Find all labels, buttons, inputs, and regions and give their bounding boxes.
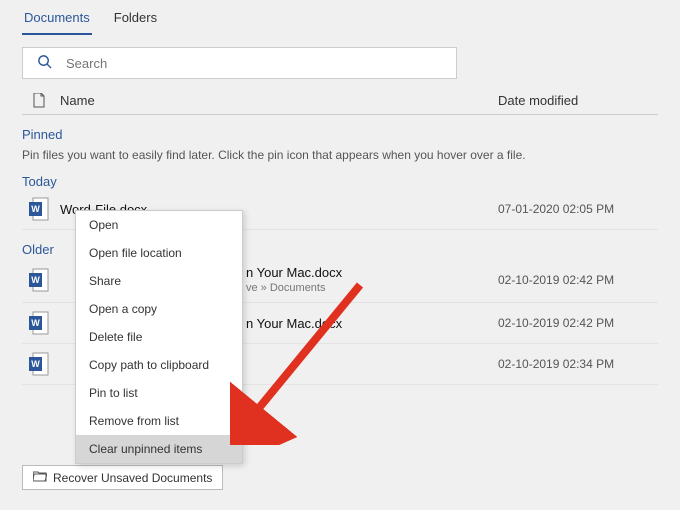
svg-text:W: W	[31, 204, 40, 214]
tab-documents[interactable]: Documents	[22, 6, 92, 35]
context-menu: Open Open file location Share Open a cop…	[75, 210, 243, 464]
file-date: 02-10-2019 02:34 PM	[498, 357, 658, 371]
file-name: n Your Mac.docx	[246, 316, 498, 331]
file-type-icon	[22, 93, 56, 108]
ctx-delete-file[interactable]: Delete file	[76, 323, 242, 351]
section-today-title: Today	[22, 174, 658, 189]
pinned-hint: Pin files you want to easily find later.…	[22, 148, 658, 162]
ctx-pin-to-list[interactable]: Pin to list	[76, 379, 242, 407]
search-icon	[37, 54, 52, 72]
svg-text:W: W	[31, 318, 40, 328]
column-date[interactable]: Date modified	[498, 93, 658, 108]
search-input[interactable]	[66, 56, 442, 71]
tab-bar: Documents Folders	[22, 0, 658, 35]
file-date: 07-01-2020 02:05 PM	[498, 202, 658, 216]
word-icon: W	[22, 352, 56, 376]
file-path: ve » Documents	[246, 282, 498, 294]
search-box[interactable]	[22, 47, 457, 79]
word-icon: W	[22, 311, 56, 335]
file-date: 02-10-2019 02:42 PM	[498, 316, 658, 330]
file-date: 02-10-2019 02:42 PM	[498, 273, 658, 287]
word-icon: W	[22, 197, 56, 221]
ctx-open-copy[interactable]: Open a copy	[76, 295, 242, 323]
recover-unsaved-button[interactable]: Recover Unsaved Documents	[22, 465, 223, 490]
file-name: n Your Mac.docx	[246, 265, 498, 280]
ctx-open[interactable]: Open	[76, 211, 242, 239]
svg-text:W: W	[31, 359, 40, 369]
recover-label: Recover Unsaved Documents	[53, 471, 212, 485]
ctx-share[interactable]: Share	[76, 267, 242, 295]
ctx-remove-from-list[interactable]: Remove from list	[76, 407, 242, 435]
ctx-copy-path[interactable]: Copy path to clipboard	[76, 351, 242, 379]
ctx-clear-unpinned[interactable]: Clear unpinned items	[76, 435, 242, 463]
section-pinned-title: Pinned	[22, 127, 658, 142]
svg-text:W: W	[31, 275, 40, 285]
column-name[interactable]: Name	[56, 93, 498, 108]
folder-open-icon	[33, 470, 47, 485]
tab-folders[interactable]: Folders	[112, 6, 159, 35]
ctx-open-location[interactable]: Open file location	[76, 239, 242, 267]
word-icon: W	[22, 268, 56, 292]
column-headers: Name Date modified	[22, 93, 658, 115]
